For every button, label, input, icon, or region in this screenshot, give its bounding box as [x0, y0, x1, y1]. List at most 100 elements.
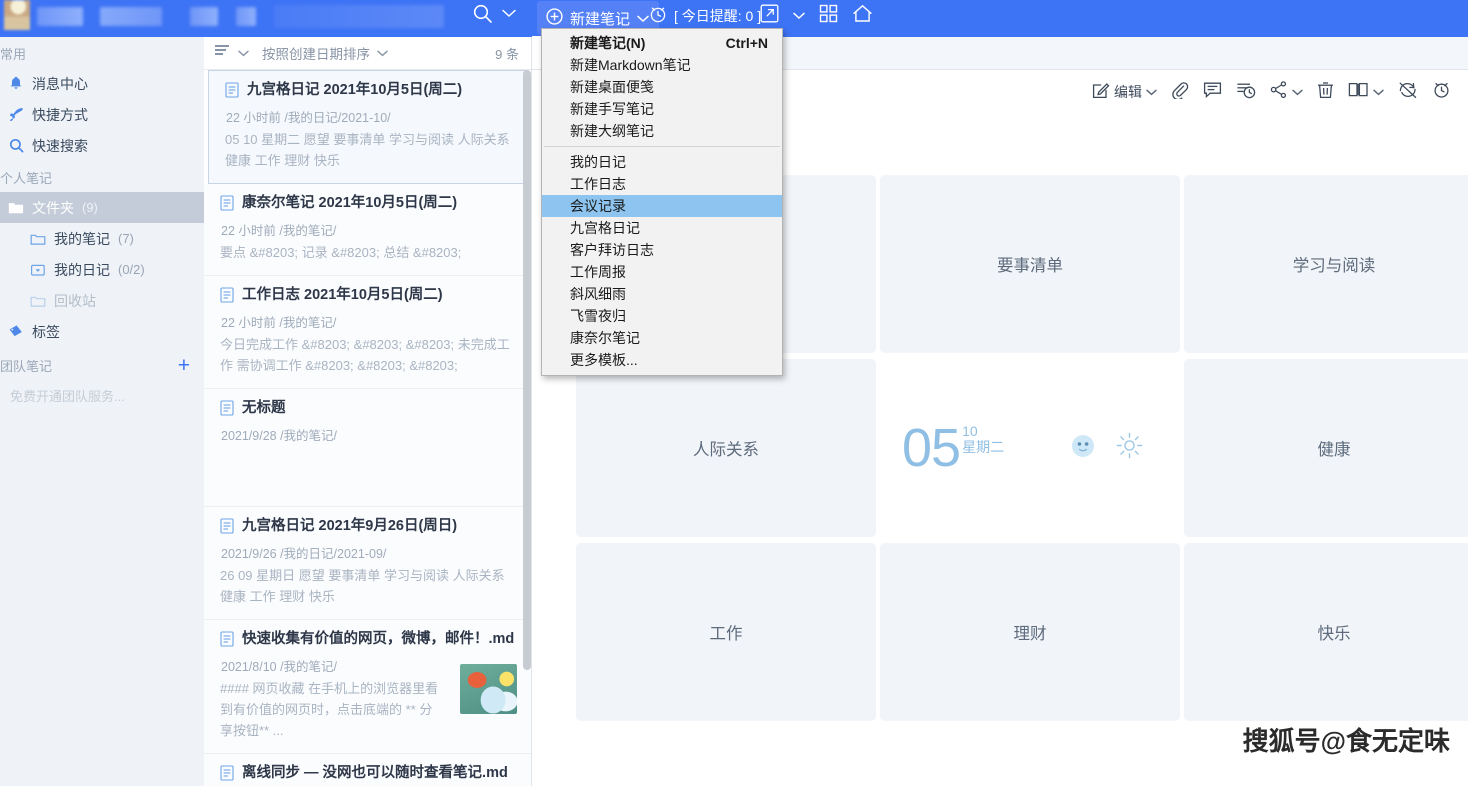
note-list-item[interactable]: 快速收集有价值的网页，微博，邮件！.md 2021/8/10 /我的笔记/ ##… — [204, 620, 531, 754]
menu-item-cornell-note[interactable]: 康奈尔笔记 — [542, 327, 782, 349]
sidebar-item-tags[interactable]: 标签 — [0, 316, 204, 347]
note-list-scrollbar[interactable] — [523, 70, 531, 670]
edit-button[interactable]: 编辑 — [1085, 81, 1164, 104]
document-icon — [220, 287, 234, 308]
history-list-icon — [1236, 81, 1256, 104]
attachment-button[interactable] — [1164, 81, 1196, 104]
grid-cell[interactable]: 工作 — [576, 543, 876, 721]
note-meta: 22 小时前 /我的笔记/ — [221, 316, 337, 330]
search-chevron-down-icon[interactable] — [502, 9, 516, 18]
note-list-item[interactable]: 无标题 2021/9/28 /我的笔记/ — [204, 389, 531, 507]
menu-item-template-slanting-rain[interactable]: 斜风细雨 — [542, 283, 782, 305]
menu-item-new-note[interactable]: 新建笔记(N) Ctrl+N — [542, 32, 782, 54]
share-chevron-down-icon[interactable] — [1292, 83, 1303, 101]
menu-item-new-handwriting-note[interactable]: 新建手写笔记 — [542, 98, 782, 120]
document-icon — [220, 195, 234, 216]
grid-apps-icon[interactable] — [819, 4, 838, 28]
date-day: 05 — [902, 418, 961, 478]
menu-item-accelerator: Ctrl+N — [725, 35, 768, 51]
alarm-clock-icon — [648, 4, 668, 27]
note-list-item[interactable]: 九宫格日记 2021年10月5日(周二) 22 小时前 /我的日记/2021-1… — [208, 70, 527, 184]
grid-cell-date[interactable]: 05 10 星期二 — [880, 359, 1180, 537]
sidebar-item-shortcuts[interactable]: 快捷方式 — [0, 99, 204, 130]
menu-item-label: 新建Markdown笔记 — [570, 57, 691, 73]
note-snippet: 26 09 星期日 愿望 要事清单 学习与阅读 人际关系 健康 工作 理财 快乐 — [220, 568, 505, 604]
sidebar-item-message-center[interactable]: 消息中心 — [0, 68, 204, 99]
watermark: 搜狐号@食无定味 — [1242, 726, 1450, 756]
sidebar-item-count: (7) — [118, 231, 134, 246]
paperclip-icon — [1171, 81, 1189, 104]
sidebar-item-my-diary[interactable]: 我的日记 (0/2) — [0, 254, 204, 285]
menu-item-new-outline-note[interactable]: 新建大纲笔记 — [542, 120, 782, 142]
sidebar-team-header: 团队笔记 + — [0, 347, 204, 380]
delete-button[interactable] — [1310, 81, 1341, 104]
grid-cell[interactable]: 健康 — [1184, 359, 1468, 537]
comment-button[interactable] — [1196, 81, 1229, 104]
menu-item-template-snow-night[interactable]: 飞雪夜归 — [542, 305, 782, 327]
new-note-dropdown-menu: 新建笔记(N) Ctrl+N 新建Markdown笔记 新建桌面便笺 新建手写笔… — [541, 28, 783, 376]
note-title-row: 九宫格日记 2021年9月26日(周日) — [220, 517, 517, 539]
menu-item-new-markdown-note[interactable]: 新建Markdown笔记 — [542, 54, 782, 76]
share-button[interactable] — [1263, 80, 1310, 104]
grid-cell[interactable]: 学习与阅读 — [1184, 175, 1468, 353]
grid-cell[interactable]: 理财 — [880, 543, 1180, 721]
add-team-plus-icon[interactable]: + — [178, 355, 190, 376]
menu-item-more-templates[interactable]: 更多模板... — [542, 349, 782, 371]
global-search[interactable] — [472, 3, 516, 24]
read-mode-chevron-down-icon[interactable] — [1373, 83, 1384, 101]
menu-item-work-log[interactable]: 工作日志 — [542, 173, 782, 195]
sort-label[interactable]: 按照创建日期排序 — [262, 43, 370, 63]
home-icon[interactable] — [852, 4, 873, 28]
menu-item-weekly-report[interactable]: 工作周报 — [542, 261, 782, 283]
expand-arrow-icon[interactable] — [760, 4, 779, 28]
sidebar-item-recycle-bin[interactable]: 回收站 — [0, 285, 204, 316]
grid-cell[interactable]: 人际关系 — [576, 359, 876, 537]
folder-filled-icon — [8, 200, 24, 216]
menu-separator — [544, 146, 780, 147]
folder-outline-icon — [30, 231, 46, 247]
menu-item-label: 我的日记 — [570, 154, 626, 170]
grid-cell[interactable]: 快乐 — [1184, 543, 1468, 721]
list-view-icon[interactable] — [214, 44, 231, 63]
edit-chevron-down-icon[interactable] — [1146, 83, 1157, 101]
sun-icon[interactable] — [1116, 432, 1143, 464]
menu-item-nine-grid-diary[interactable]: 九宫格日记 — [542, 217, 782, 239]
sidebar-item-folders[interactable]: 文件夹 (9) — [0, 192, 204, 223]
menu-item-meeting-minutes[interactable]: 会议记录 — [542, 195, 782, 217]
team-service-hint[interactable]: 免费开通团队服务... — [0, 380, 204, 405]
magnifier-icon — [8, 138, 24, 154]
reminder-button[interactable] — [1425, 80, 1458, 104]
menu-item-new-desktop-sticky[interactable]: 新建桌面便笺 — [542, 76, 782, 98]
today-reminder[interactable]: [ 今日提醒: 0 ] — [648, 4, 761, 27]
search-icon[interactable] — [472, 3, 493, 24]
note-list-item[interactable]: 康奈尔笔记 2021年10月5日(周二) 22 小时前 /我的笔记/ 要点 &#… — [204, 184, 531, 276]
note-list-item[interactable]: 离线同步 — 没网也可以随时查看笔记.md — [204, 754, 531, 786]
blurred-label-2 — [100, 6, 162, 26]
menu-item-my-diary[interactable]: 我的日记 — [542, 151, 782, 173]
sidebar-item-quick-search[interactable]: 快速搜索 — [0, 130, 204, 161]
sort-chevron-down-icon[interactable] — [377, 44, 388, 62]
new-note-label: 新建笔记 — [570, 10, 631, 28]
note-list-item[interactable]: 九宫格日记 2021年9月26日(周日) 2021/9/26 /我的日记/202… — [204, 507, 531, 620]
blurred-account-area — [0, 0, 620, 32]
comment-icon — [1203, 81, 1222, 104]
sidebar-item-label: 快速搜索 — [32, 137, 88, 154]
menu-item-label: 新建手写笔记 — [570, 101, 654, 117]
sync-off-button[interactable] — [1391, 81, 1425, 104]
share-nodes-icon — [1270, 80, 1288, 104]
view-chevron-down-icon[interactable] — [238, 44, 249, 62]
edit-label: 编辑 — [1114, 84, 1142, 100]
sidebar-item-my-notes[interactable]: 我的笔记 (7) — [0, 223, 204, 254]
smiley-face-icon[interactable] — [1070, 433, 1096, 464]
menu-item-label: 新建笔记(N) — [570, 35, 646, 51]
blurred-label-5 — [274, 4, 444, 28]
read-mode-button[interactable] — [1341, 81, 1391, 103]
menu-item-customer-visit-log[interactable]: 客户拜访日志 — [542, 239, 782, 261]
sidebar-section-team: 团队笔记 — [0, 359, 53, 374]
grid-cell[interactable]: 要事清单 — [880, 175, 1180, 353]
note-list-item[interactable]: 工作日志 2021年10月5日(周二) 22 小时前 /我的笔记/ 今日完成工作… — [204, 276, 531, 389]
history-button[interactable] — [1229, 81, 1263, 104]
sidebar-item-count: (9) — [82, 200, 98, 215]
expand-chevron-down-icon[interactable] — [793, 7, 805, 25]
note-meta: 2021/9/28 /我的笔记/ — [221, 429, 338, 443]
